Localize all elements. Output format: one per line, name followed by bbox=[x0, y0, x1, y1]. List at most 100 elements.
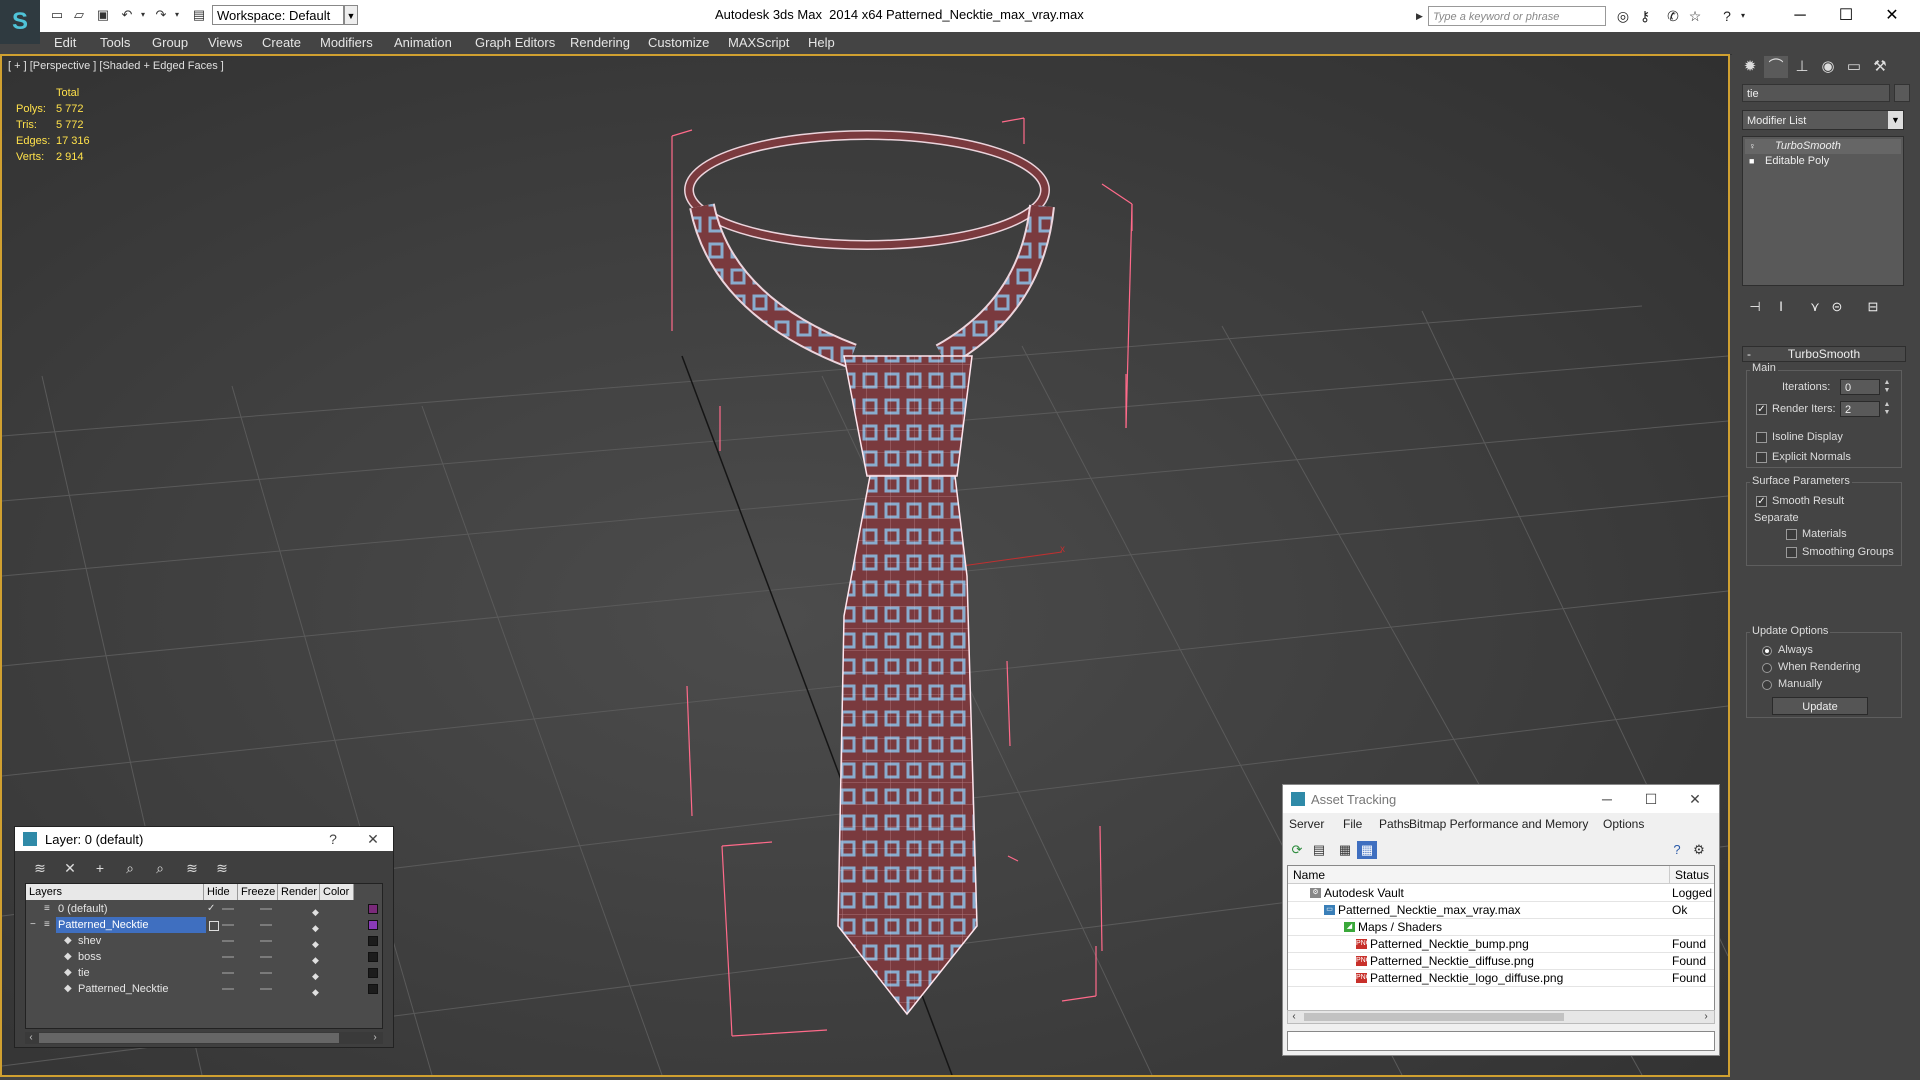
menu-modifiers[interactable]: Modifiers bbox=[320, 35, 373, 50]
freeze-toggle[interactable] bbox=[260, 956, 272, 958]
binoculars-icon[interactable]: ◎ bbox=[1614, 7, 1632, 25]
maximize-icon[interactable]: ☐ bbox=[1639, 790, 1663, 808]
menu-views[interactable]: Views bbox=[208, 35, 242, 50]
menu-animation[interactable]: Animation bbox=[394, 35, 452, 50]
minimize-icon[interactable]: ─ bbox=[1780, 4, 1820, 28]
redo-dropdown-icon[interactable]: ▾ bbox=[168, 6, 186, 24]
menu-edit[interactable]: Edit bbox=[54, 35, 76, 50]
layer-color-swatch[interactable] bbox=[368, 952, 378, 962]
asset-menu-server[interactable]: Server bbox=[1289, 817, 1324, 831]
freeze-toggle[interactable] bbox=[260, 972, 272, 974]
select-objects-icon[interactable]: ⌕ bbox=[119, 859, 141, 877]
help-icon[interactable]: ? bbox=[1667, 841, 1687, 859]
menu-tools[interactable]: Tools bbox=[100, 35, 130, 50]
render-iters-spinner[interactable]: 2 bbox=[1840, 401, 1880, 417]
lightbulb-icon[interactable]: ♀ bbox=[1749, 142, 1758, 151]
asset-row[interactable]: PNG Patterned_Necktie_diffuse.png Found bbox=[1288, 953, 1714, 970]
scroll-right-icon[interactable]: › bbox=[1700, 1011, 1712, 1023]
create-tab-icon[interactable]: ✹ bbox=[1738, 56, 1762, 78]
add-to-layer-icon[interactable]: + bbox=[89, 859, 111, 877]
favorites-star-icon[interactable]: ☆ bbox=[1686, 7, 1704, 25]
layer-row[interactable]: ≡ 0 (default) ✓ ◆ bbox=[26, 901, 382, 917]
layer-color-swatch[interactable] bbox=[368, 968, 378, 978]
open-file-icon[interactable]: ▱ bbox=[70, 6, 88, 24]
scroll-right-icon[interactable]: › bbox=[369, 1032, 381, 1044]
workspace-dropdown[interactable]: Workspace: Default bbox=[212, 5, 344, 25]
freeze-toggle[interactable] bbox=[260, 924, 272, 926]
col-color[interactable]: Color bbox=[320, 884, 354, 900]
col-freeze[interactable]: Freeze bbox=[238, 884, 278, 900]
hide-toggle[interactable] bbox=[222, 940, 234, 942]
layer-color-swatch[interactable] bbox=[368, 936, 378, 946]
layer-row[interactable]: ◆ tie ◆ bbox=[26, 965, 382, 981]
set-current-layer-box[interactable] bbox=[209, 921, 219, 931]
asset-menu-bitmap-performance[interactable]: Bitmap Performance and Memory bbox=[1409, 817, 1588, 831]
layer-row[interactable]: − ≡ Patterned_Necktie ◆ bbox=[26, 917, 382, 933]
asset-menu-paths[interactable]: Paths bbox=[1379, 817, 1410, 831]
layer-row[interactable]: ◆ boss ◆ bbox=[26, 949, 382, 965]
chevron-down-icon[interactable]: ▼ bbox=[1888, 111, 1903, 129]
asset-row[interactable]: ⚙ Autodesk Vault Logged bbox=[1288, 885, 1714, 902]
save-file-icon[interactable]: ▣ bbox=[94, 6, 112, 24]
col-render[interactable]: Render bbox=[278, 884, 320, 900]
configure-sets-icon[interactable]: ⊟ bbox=[1862, 298, 1884, 316]
stack-item-turbosmooth[interactable]: ♀ TurboSmooth bbox=[1745, 139, 1901, 154]
freeze-toggle[interactable] bbox=[260, 940, 272, 942]
maximize-icon[interactable]: ☐ bbox=[1826, 4, 1866, 28]
update-when-rendering-radio[interactable] bbox=[1762, 663, 1772, 673]
utilities-tab-icon[interactable]: ⚒ bbox=[1868, 56, 1892, 78]
make-unique-icon[interactable]: ⋎ bbox=[1804, 298, 1826, 316]
render-teapot-icon[interactable]: ◆ bbox=[312, 984, 319, 1000]
menu-rendering[interactable]: Rendering bbox=[570, 35, 630, 50]
close-icon[interactable]: ✕ bbox=[361, 830, 385, 848]
layer-row[interactable]: ◆ Patterned_Necktie ◆ bbox=[26, 981, 382, 997]
current-layer-checkmark-icon[interactable]: ✓ bbox=[207, 901, 215, 917]
hierarchy-tab-icon[interactable]: ⊥ bbox=[1790, 56, 1814, 78]
asset-row[interactable]: PNG Patterned_Necktie_logo_diffuse.png F… bbox=[1288, 970, 1714, 987]
minimize-icon[interactable]: ─ bbox=[1595, 790, 1619, 808]
spinner-arrows-icon[interactable]: ▲ ▼ bbox=[1882, 379, 1892, 395]
asset-menu-options[interactable]: Options bbox=[1603, 817, 1644, 831]
help-icon[interactable]: ? bbox=[321, 830, 345, 848]
display-tab-icon[interactable]: ▭ bbox=[1842, 56, 1866, 78]
scroll-left-icon[interactable]: ‹ bbox=[25, 1032, 37, 1044]
turbosmooth-rollout-header[interactable]: - TurboSmooth bbox=[1742, 346, 1906, 362]
refresh-icon[interactable]: ⟳ bbox=[1287, 841, 1307, 859]
layers-icon[interactable]: ≋ bbox=[29, 859, 51, 877]
asset-row[interactable]: ▭ Patterned_Necktie_max_vray.max Ok bbox=[1288, 902, 1714, 919]
menu-maxscript[interactable]: MAXScript bbox=[728, 35, 789, 50]
update-manually-radio[interactable] bbox=[1762, 680, 1772, 690]
col-hide[interactable]: Hide bbox=[204, 884, 238, 900]
highlight-layer-icon[interactable]: ⌕ bbox=[149, 859, 171, 877]
chevron-down-icon[interactable]: ▼ bbox=[344, 5, 358, 25]
asset-dialog-titlebar[interactable]: Asset Tracking ─ ☐ ✕ bbox=[1283, 785, 1719, 813]
stack-item-editable-poly[interactable]: ■ Editable Poly bbox=[1745, 154, 1901, 169]
iterations-spinner[interactable]: 0 bbox=[1840, 379, 1880, 395]
close-icon[interactable]: ✕ bbox=[1683, 790, 1707, 808]
help-dropdown-icon[interactable]: ▾ bbox=[1734, 7, 1752, 25]
update-always-radio[interactable] bbox=[1762, 646, 1772, 656]
materials-checkbox[interactable] bbox=[1786, 529, 1797, 540]
update-button[interactable]: Update bbox=[1772, 697, 1868, 715]
asset-row[interactable]: ◢ Maps / Shaders bbox=[1288, 919, 1714, 936]
list-view-icon[interactable]: ▤ bbox=[1309, 841, 1329, 859]
explicit-normals-checkbox[interactable] bbox=[1756, 452, 1767, 463]
smoothing-groups-checkbox[interactable] bbox=[1786, 547, 1797, 558]
col-name[interactable]: Name bbox=[1288, 866, 1670, 884]
modifier-list-dropdown[interactable]: Modifier List bbox=[1742, 110, 1904, 130]
pin-stack-icon[interactable]: ⊣ bbox=[1744, 298, 1766, 316]
freeze-toggle[interactable] bbox=[260, 988, 272, 990]
collapse-minus-icon[interactable]: − bbox=[30, 917, 36, 933]
asset-menu-file[interactable]: File bbox=[1343, 817, 1362, 831]
hide-toggle[interactable] bbox=[222, 908, 234, 910]
asset-row[interactable]: PNG Patterned_Necktie_bump.png Found bbox=[1288, 936, 1714, 953]
hide-toggle[interactable] bbox=[222, 924, 234, 926]
hide-toggle[interactable] bbox=[222, 988, 234, 990]
scrollbar-thumb[interactable] bbox=[39, 1033, 339, 1043]
menu-help[interactable]: Help bbox=[808, 35, 835, 50]
menu-customize[interactable]: Customize bbox=[648, 35, 709, 50]
asset-horizontal-scrollbar[interactable]: ‹ › bbox=[1287, 1010, 1715, 1024]
layer-color-swatch[interactable] bbox=[368, 920, 378, 930]
undo-dropdown-icon[interactable]: ▾ bbox=[134, 6, 152, 24]
spinner-arrows-icon[interactable]: ▲ ▼ bbox=[1882, 401, 1892, 417]
